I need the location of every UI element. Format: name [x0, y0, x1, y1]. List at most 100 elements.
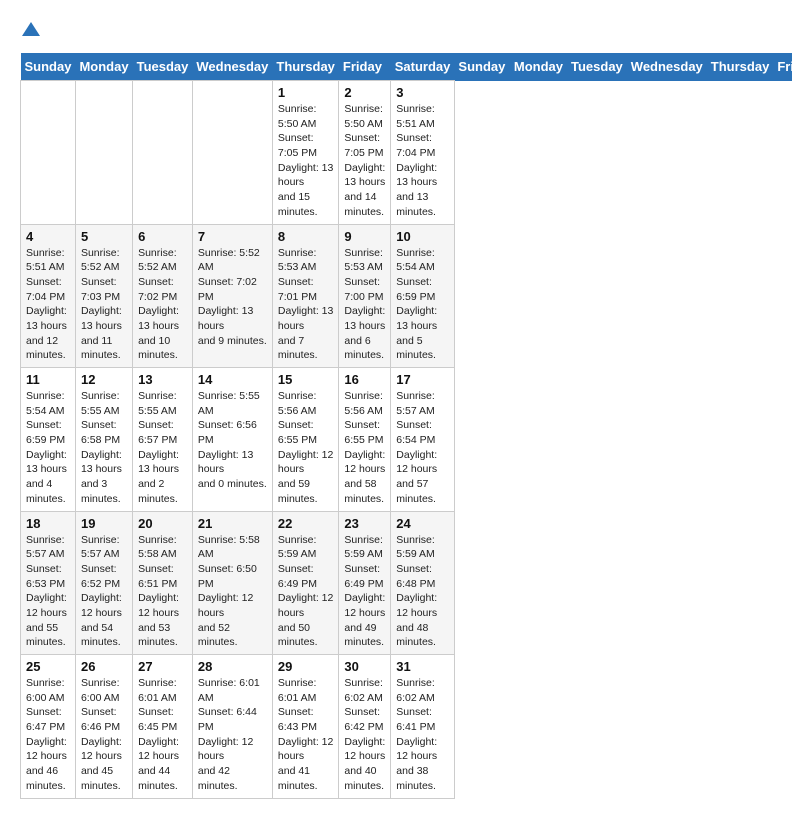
calendar-cell: 6Sunrise: 5:52 AM Sunset: 7:02 PM Daylig… [133, 224, 193, 368]
calendar-week-5: 25 Sunrise: 6:00 AM Sunset: 6:47 PM Dayli… [21, 655, 792, 799]
day-info: Sunrise: 6:02 AM Sunset: 6:41 PM Dayligh… [396, 676, 449, 794]
logo-bird-icon [22, 20, 40, 38]
day-info: Sunrise: 5:57 AM Sunset: 6:54 PM Dayligh… [396, 389, 449, 507]
day-number: 2 [344, 85, 385, 100]
day-number: 18 [26, 516, 70, 531]
calendar-cell: 19 Sunrise: 5:57 AM Sunset: 6:52 PM Dayli… [75, 511, 132, 655]
calendar-cell: 17 Sunrise: 5:57 AM Sunset: 6:54 PM Dayli… [391, 368, 455, 512]
day-info: Sunrise: 5:53 AM Sunset: 7:01 PM Dayligh… [278, 246, 334, 364]
calendar-week-3: 11Sunrise: 5:54 AM Sunset: 6:59 PM Dayli… [21, 368, 792, 512]
day-number: 29 [278, 659, 334, 674]
day-info: Sunrise: 6:00 AM Sunset: 6:46 PM Dayligh… [81, 676, 127, 794]
calendar-cell: 13 Sunrise: 5:55 AM Sunset: 6:57 PM Dayli… [133, 368, 193, 512]
day-number: 12 [81, 372, 127, 387]
day-number: 13 [138, 372, 187, 387]
day-number: 4 [26, 229, 70, 244]
day-info: Sunrise: 5:59 AM Sunset: 6:48 PM Dayligh… [396, 533, 449, 651]
day-number: 31 [396, 659, 449, 674]
calendar-cell: 12 Sunrise: 5:55 AM Sunset: 6:58 PM Dayli… [75, 368, 132, 512]
day-info: Sunrise: 5:59 AM Sunset: 6:49 PM Dayligh… [278, 533, 334, 651]
day-number: 24 [396, 516, 449, 531]
header-wednesday: Wednesday [192, 53, 272, 81]
calendar-cell [133, 81, 193, 225]
calendar-cell: 22 Sunrise: 5:59 AM Sunset: 6:49 PM Dayli… [272, 511, 339, 655]
day-info: Sunrise: 5:50 AM Sunset: 7:05 PM Dayligh… [278, 102, 334, 220]
header-tuesday: Tuesday [133, 53, 193, 81]
calendar-cell: 15 Sunrise: 5:56 AM Sunset: 6:55 PM Dayli… [272, 368, 339, 512]
calendar-cell: 2 Sunrise: 5:50 AM Sunset: 7:05 PM Daylig… [339, 81, 391, 225]
day-number: 8 [278, 229, 334, 244]
day-number: 5 [81, 229, 127, 244]
day-number: 16 [344, 372, 385, 387]
calendar-cell: 10 Sunrise: 5:54 AM Sunset: 6:59 PM Dayli… [391, 224, 455, 368]
day-number: 30 [344, 659, 385, 674]
calendar-cell: 9 Sunrise: 5:53 AM Sunset: 7:00 PM Daylig… [339, 224, 391, 368]
calendar-week-1: 1 Sunrise: 5:50 AM Sunset: 7:05 PM Daylig… [21, 81, 792, 225]
day-info: Sunrise: 5:54 AM Sunset: 6:59 PM Dayligh… [396, 246, 449, 364]
day-number: 9 [344, 229, 385, 244]
calendar-cell: 4 Sunrise: 5:51 AM Sunset: 7:04 PM Daylig… [21, 224, 76, 368]
calendar-cell: 1 Sunrise: 5:50 AM Sunset: 7:05 PM Daylig… [272, 81, 339, 225]
day-number: 26 [81, 659, 127, 674]
day-info: Sunrise: 6:02 AM Sunset: 6:42 PM Dayligh… [344, 676, 385, 794]
calendar-cell: 8 Sunrise: 5:53 AM Sunset: 7:01 PM Daylig… [272, 224, 339, 368]
header-wednesday: Wednesday [627, 53, 707, 81]
day-number: 20 [138, 516, 187, 531]
day-number: 27 [138, 659, 187, 674]
day-info: Sunrise: 5:50 AM Sunset: 7:05 PM Dayligh… [344, 102, 385, 220]
calendar-cell: 18 Sunrise: 5:57 AM Sunset: 6:53 PM Dayli… [21, 511, 76, 655]
calendar-cell: 5 Sunrise: 5:52 AM Sunset: 7:03 PM Daylig… [75, 224, 132, 368]
header-friday: Friday [773, 53, 792, 81]
calendar-cell: 11Sunrise: 5:54 AM Sunset: 6:59 PM Dayli… [21, 368, 76, 512]
day-info: Sunrise: 5:57 AM Sunset: 6:53 PM Dayligh… [26, 533, 70, 651]
calendar-cell: 14 Sunrise: 5:55 AM Sunset: 6:56 PM Dayli… [192, 368, 272, 512]
day-number: 10 [396, 229, 449, 244]
day-info: Sunrise: 5:52 AM Sunset: 7:02 PM Dayligh… [198, 246, 267, 349]
day-info: Sunrise: 5:51 AM Sunset: 7:04 PM Dayligh… [396, 102, 449, 220]
day-number: 1 [278, 85, 334, 100]
day-number: 7 [198, 229, 267, 244]
day-number: 28 [198, 659, 267, 674]
day-info: Sunrise: 5:57 AM Sunset: 6:52 PM Dayligh… [81, 533, 127, 651]
day-number: 3 [396, 85, 449, 100]
calendar-cell: 29Sunrise: 6:01 AM Sunset: 6:43 PM Dayli… [272, 655, 339, 799]
logo [20, 20, 40, 43]
day-info: Sunrise: 5:56 AM Sunset: 6:55 PM Dayligh… [344, 389, 385, 507]
day-number: 14 [198, 372, 267, 387]
calendar-cell: 27 Sunrise: 6:01 AM Sunset: 6:45 PM Dayli… [133, 655, 193, 799]
day-info: Sunrise: 5:54 AM Sunset: 6:59 PM Dayligh… [26, 389, 70, 507]
header-saturday: Saturday [391, 53, 455, 81]
calendar-cell: 20 Sunrise: 5:58 AM Sunset: 6:51 PM Dayli… [133, 511, 193, 655]
day-number: 22 [278, 516, 334, 531]
calendar-table: SundayMondayTuesdayWednesdayThursdayFrid… [20, 53, 792, 799]
day-info: Sunrise: 5:55 AM Sunset: 6:57 PM Dayligh… [138, 389, 187, 507]
calendar-cell: 26 Sunrise: 6:00 AM Sunset: 6:46 PM Dayli… [75, 655, 132, 799]
header-thursday: Thursday [272, 53, 339, 81]
calendar-cell [192, 81, 272, 225]
day-info: Sunrise: 5:53 AM Sunset: 7:00 PM Dayligh… [344, 246, 385, 364]
day-info: Sunrise: 6:01 AM Sunset: 6:44 PM Dayligh… [198, 676, 267, 794]
day-number: 23 [344, 516, 385, 531]
day-number: 15 [278, 372, 334, 387]
calendar-header-row: SundayMondayTuesdayWednesdayThursdayFrid… [21, 53, 792, 81]
calendar-cell: 7 Sunrise: 5:52 AM Sunset: 7:02 PM Daylig… [192, 224, 272, 368]
day-info: Sunrise: 5:56 AM Sunset: 6:55 PM Dayligh… [278, 389, 334, 507]
day-info: Sunrise: 5:55 AM Sunset: 6:58 PM Dayligh… [81, 389, 127, 507]
day-info: Sunrise: 5:58 AM Sunset: 6:51 PM Dayligh… [138, 533, 187, 651]
day-info: Sunrise: 6:00 AM Sunset: 6:47 PM Dayligh… [26, 676, 70, 794]
calendar-cell: 16 Sunrise: 5:56 AM Sunset: 6:55 PM Dayli… [339, 368, 391, 512]
calendar-week-2: 4 Sunrise: 5:51 AM Sunset: 7:04 PM Daylig… [21, 224, 792, 368]
day-info: Sunrise: 5:51 AM Sunset: 7:04 PM Dayligh… [26, 246, 70, 364]
day-info: Sunrise: 5:55 AM Sunset: 6:56 PM Dayligh… [198, 389, 267, 492]
day-number: 19 [81, 516, 127, 531]
day-number: 17 [396, 372, 449, 387]
calendar-cell: 28 Sunrise: 6:01 AM Sunset: 6:44 PM Dayli… [192, 655, 272, 799]
calendar-week-4: 18 Sunrise: 5:57 AM Sunset: 6:53 PM Dayli… [21, 511, 792, 655]
header-tuesday: Tuesday [567, 53, 627, 81]
header-monday: Monday [510, 53, 567, 81]
day-info: Sunrise: 5:52 AM Sunset: 7:03 PM Dayligh… [81, 246, 127, 364]
day-info: Sunrise: 6:01 AM Sunset: 6:45 PM Dayligh… [138, 676, 187, 794]
day-number: 21 [198, 516, 267, 531]
day-number: 25 [26, 659, 70, 674]
page-header [20, 20, 772, 43]
